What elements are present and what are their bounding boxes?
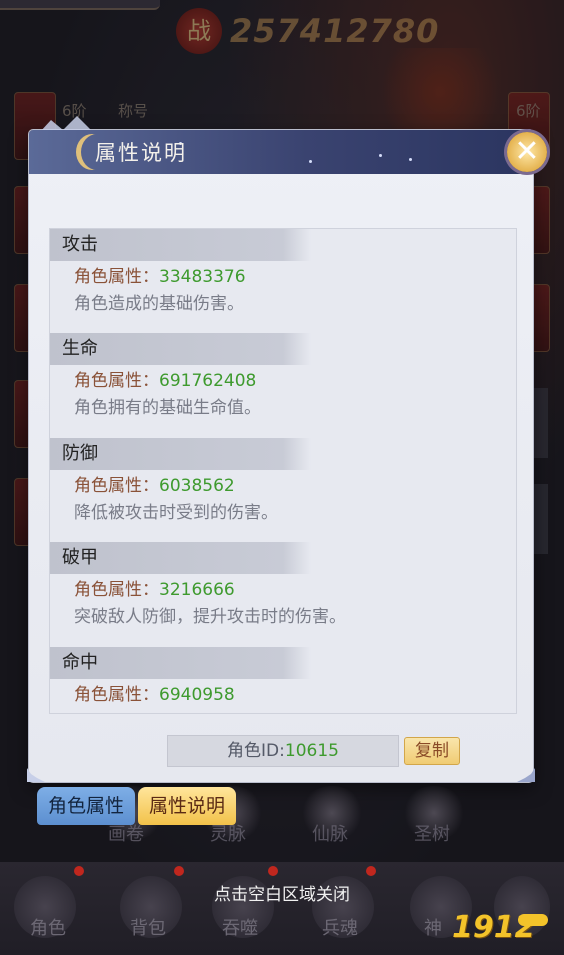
role-id-box: 角色ID:10615	[167, 735, 399, 767]
attribute-label: 角色属性：	[74, 580, 159, 600]
attribute-line: 角色属性：691762408	[50, 369, 516, 393]
dialog-title: 属性说明	[95, 141, 187, 165]
tab-role-attributes[interactable]: 角色属性	[37, 787, 135, 825]
attribute-line: 角色属性：33483376	[50, 265, 516, 289]
red-dot-icon	[74, 866, 84, 876]
watermark-badge	[518, 914, 548, 926]
corner-ornament-icon	[517, 768, 535, 782]
close-icon: ✕	[514, 134, 540, 169]
faded-label: 仙脉	[312, 824, 348, 845]
section-title: 攻击	[50, 229, 516, 261]
red-dot-icon	[174, 866, 184, 876]
attribute-section-hit: 命中 角色属性：6940958	[50, 647, 516, 707]
attribute-section-hp: 生命 角色属性：691762408 角色拥有的基础生命值。	[50, 333, 516, 420]
nav-label-soul: 兵魂	[322, 918, 358, 939]
attribute-description: 角色拥有的基础生命值。	[74, 398, 261, 418]
close-button[interactable]: ✕	[507, 132, 547, 172]
star-icon	[379, 154, 382, 157]
nav-label-role: 角色	[30, 918, 66, 939]
attribute-section-attack: 攻击 角色属性：33483376 角色造成的基础伤害。	[50, 229, 516, 316]
attribute-description: 突破敌人防御，提升攻击时的伤害。	[74, 607, 346, 627]
section-title: 生命	[50, 333, 516, 365]
section-title: 破甲	[50, 542, 516, 574]
attribute-section-defense: 防御 角色属性：6038562 降低被攻击时受到的伤害。	[50, 438, 516, 525]
attribute-line: 角色属性：6940958	[50, 683, 516, 707]
copy-button[interactable]: 复制	[404, 737, 460, 765]
attribute-line: 角色属性：3216666	[50, 578, 516, 602]
tab-attribute-description[interactable]: 属性说明	[138, 787, 236, 825]
attribute-value: 6940958	[159, 685, 235, 705]
attribute-value: 6038562	[159, 476, 235, 496]
attribute-dialog: 属性说明 ✕ 攻击 角色属性：33483376 角色造成的基础伤害。 生命 角色…	[27, 116, 547, 782]
star-icon	[409, 158, 412, 161]
attribute-label: 角色属性：	[74, 371, 159, 391]
attribute-line: 角色属性：6038562	[50, 474, 516, 498]
nav-label-devour: 吞噬	[222, 918, 258, 939]
nav-label-god: 神	[424, 918, 442, 939]
star-icon	[309, 160, 312, 163]
faded-label: 圣树	[414, 824, 450, 845]
corner-ornament-icon	[27, 768, 45, 782]
attribute-description: 角色造成的基础伤害。	[74, 294, 244, 314]
attribute-value: 33483376	[159, 267, 246, 287]
nav-label-bag: 背包	[130, 918, 166, 939]
attribute-label: 角色属性：	[74, 685, 159, 705]
attribute-value: 3216666	[159, 580, 235, 600]
attribute-list[interactable]: 攻击 角色属性：33483376 角色造成的基础伤害。 生命 角色属性：6917…	[49, 228, 517, 714]
attribute-label: 角色属性：	[74, 476, 159, 496]
red-dot-icon	[366, 866, 376, 876]
attribute-value: 691762408	[159, 371, 257, 391]
attribute-description: 降低被攻击时受到的伤害。	[74, 503, 278, 523]
red-dot-icon	[268, 866, 278, 876]
section-title: 命中	[50, 647, 516, 679]
close-hint: 点击空白区域关闭	[214, 885, 350, 905]
role-id-value: 10615	[284, 741, 339, 761]
section-title: 防御	[50, 438, 516, 470]
attribute-section-armor-break: 破甲 角色属性：3216666 突破敌人防御，提升攻击时的伤害。	[50, 542, 516, 629]
attribute-label: 角色属性：	[74, 267, 159, 287]
role-id-label: 角色ID:	[227, 741, 285, 761]
